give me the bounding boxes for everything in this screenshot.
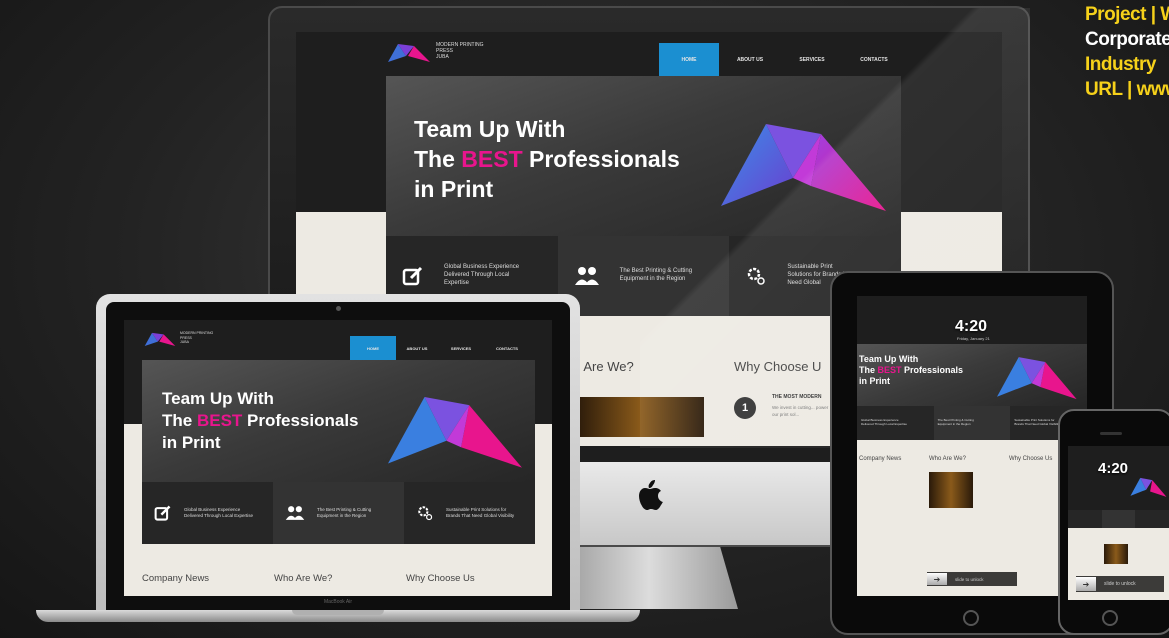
company-name: MODERN PRINTING PRESS JUBA — [436, 42, 484, 60]
feature-item: The Best Printing & Cutting Equipment in… — [557, 236, 730, 316]
people-icon — [285, 506, 305, 520]
macbook-label: MacBook Air — [323, 599, 353, 605]
section-why-choose-us: Why Choose Us — [1009, 456, 1053, 462]
imac-stand — [560, 547, 738, 609]
gear-icon — [748, 267, 766, 285]
hero-headline: Team Up With The BEST Professionals in P… — [859, 354, 964, 386]
why-item-text: We invest in cutting... power our print … — [772, 405, 829, 417]
edit-icon — [154, 505, 171, 521]
feature-item — [1068, 510, 1102, 528]
ipad-website: 4:20 Friday, January 21 Team Up With The… — [857, 296, 1087, 596]
section-who-are-we: ho Are We? — [566, 359, 634, 374]
site-logo[interactable]: MODERN PRINTING PRESS JUBA — [144, 330, 213, 346]
nav-home[interactable]: HOME — [350, 336, 396, 360]
logo-mark-icon — [144, 332, 176, 346]
caption-project-value: | W — [1150, 4, 1169, 25]
nav-contacts[interactable]: CONTACTS — [843, 43, 905, 76]
caption-corporate: Corporate — [1085, 29, 1169, 50]
site-logo[interactable]: MODERN PRINTING PRESS JUBA — [388, 40, 484, 62]
feature-strip — [1068, 510, 1169, 528]
hero-banner: Team Up With The BEST Professionals in P… — [857, 344, 1087, 406]
arrow-right-icon[interactable]: ➔ — [1076, 577, 1096, 591]
hero-logo-graphic — [388, 396, 522, 468]
nav-services[interactable]: SERVICES — [781, 43, 843, 76]
main-nav: HOME ABOUT US SERVICES CONTACTS — [659, 43, 905, 76]
feature-strip: Global Business Experience Delivered Thr… — [142, 482, 535, 544]
caption-project-label: Project — [1085, 4, 1146, 25]
project-caption: Project | W Corporate Industry URL | www — [1085, 2, 1169, 102]
macbook-camera — [336, 306, 341, 311]
feature-item: Global Business Experience Delivered Thr… — [142, 482, 273, 544]
hero-headline: Team Up With The BEST Professionals in P… — [162, 389, 359, 452]
feature-item — [1135, 510, 1169, 528]
feature-item: The Best Printing & Cutting Equipment in… — [273, 482, 404, 544]
nav-about-us[interactable]: ABOUT US — [719, 43, 781, 76]
section-titles: Company News Who Are We? Why Choose Us — [859, 456, 1052, 462]
hero-logo-graphic — [721, 124, 886, 211]
caption-industry: Industry — [1085, 54, 1156, 75]
nav-home[interactable]: HOME — [659, 43, 719, 76]
logo-mark-icon — [388, 44, 430, 62]
main-nav: HOME ABOUT US SERVICES CONTACTS — [350, 336, 530, 360]
nav-contacts[interactable]: CONTACTS — [484, 336, 530, 360]
company-name: MODERN PRINTING PRESS JUBA — [180, 331, 214, 345]
section-titles: Company News Who Are We? Why Choose Us — [142, 573, 475, 584]
lock-screen-time: 4:20 — [955, 318, 988, 335]
hero-logo-graphic — [997, 357, 1077, 400]
section-who-are-we: Who Are We? — [929, 456, 966, 462]
lock-screen-date: Friday, January 21 — [957, 336, 990, 341]
number-badge: 1 — [734, 397, 756, 419]
about-image — [929, 472, 973, 508]
section-why-choose-us: Why Choose U — [734, 359, 822, 374]
iphone-home-button[interactable] — [1102, 610, 1118, 626]
section-company-news: Company News — [142, 573, 210, 584]
lock-screen-time: 4:20 — [1098, 460, 1129, 477]
slide-to-unlock[interactable]: ➔ slide to unlock — [1076, 576, 1164, 592]
macbook-notch — [292, 610, 384, 615]
edit-icon — [402, 266, 423, 286]
section-titles: ho Are We? Why Choose U — [566, 359, 821, 374]
apple-logo-icon — [639, 480, 663, 510]
gear-icon — [418, 506, 433, 521]
feature-item — [1101, 510, 1136, 528]
feature-item: Global Business Experience Delivered Thr… — [857, 406, 934, 440]
macbook-website: MODERN PRINTING PRESS JUBA HOME ABOUT US… — [124, 320, 552, 596]
section-why-choose-us: Why Choose Us — [406, 573, 475, 584]
hero-logo-graphic — [1130, 477, 1167, 497]
iphone-website: 4:20 ➔ slide to unlock — [1068, 446, 1169, 600]
arrow-right-icon[interactable]: ➔ — [927, 573, 947, 585]
section-company-news: Company News — [859, 456, 902, 462]
people-icon — [574, 267, 599, 285]
about-image — [1104, 544, 1128, 564]
nav-services[interactable]: SERVICES — [438, 336, 484, 360]
feature-strip: Global Business Experience Delivered Thr… — [857, 406, 1087, 440]
ipad-home-button[interactable] — [963, 610, 979, 626]
hero-banner: Team Up With The BEST Professionals in P… — [142, 360, 535, 482]
feature-item: The Best Printing & Cutting Equipment in… — [933, 406, 1011, 440]
section-who-are-we: Who Are We? — [274, 573, 333, 584]
iphone-speaker — [1100, 432, 1122, 435]
hero-banner: Team Up With The BEST Professionals in P… — [386, 76, 901, 236]
feature-item: Sustainable Print Solutions for Brands T… — [404, 482, 535, 544]
about-image — [576, 397, 704, 437]
caption-url: URL | www — [1085, 79, 1169, 100]
nav-about-us[interactable]: ABOUT US — [396, 336, 438, 360]
slide-to-unlock[interactable]: ➔ slide to unlock — [927, 572, 1017, 586]
why-item-title: THE MOST MODERN — [772, 394, 822, 400]
hero-headline: Team Up With The BEST Professionals in P… — [414, 116, 680, 202]
